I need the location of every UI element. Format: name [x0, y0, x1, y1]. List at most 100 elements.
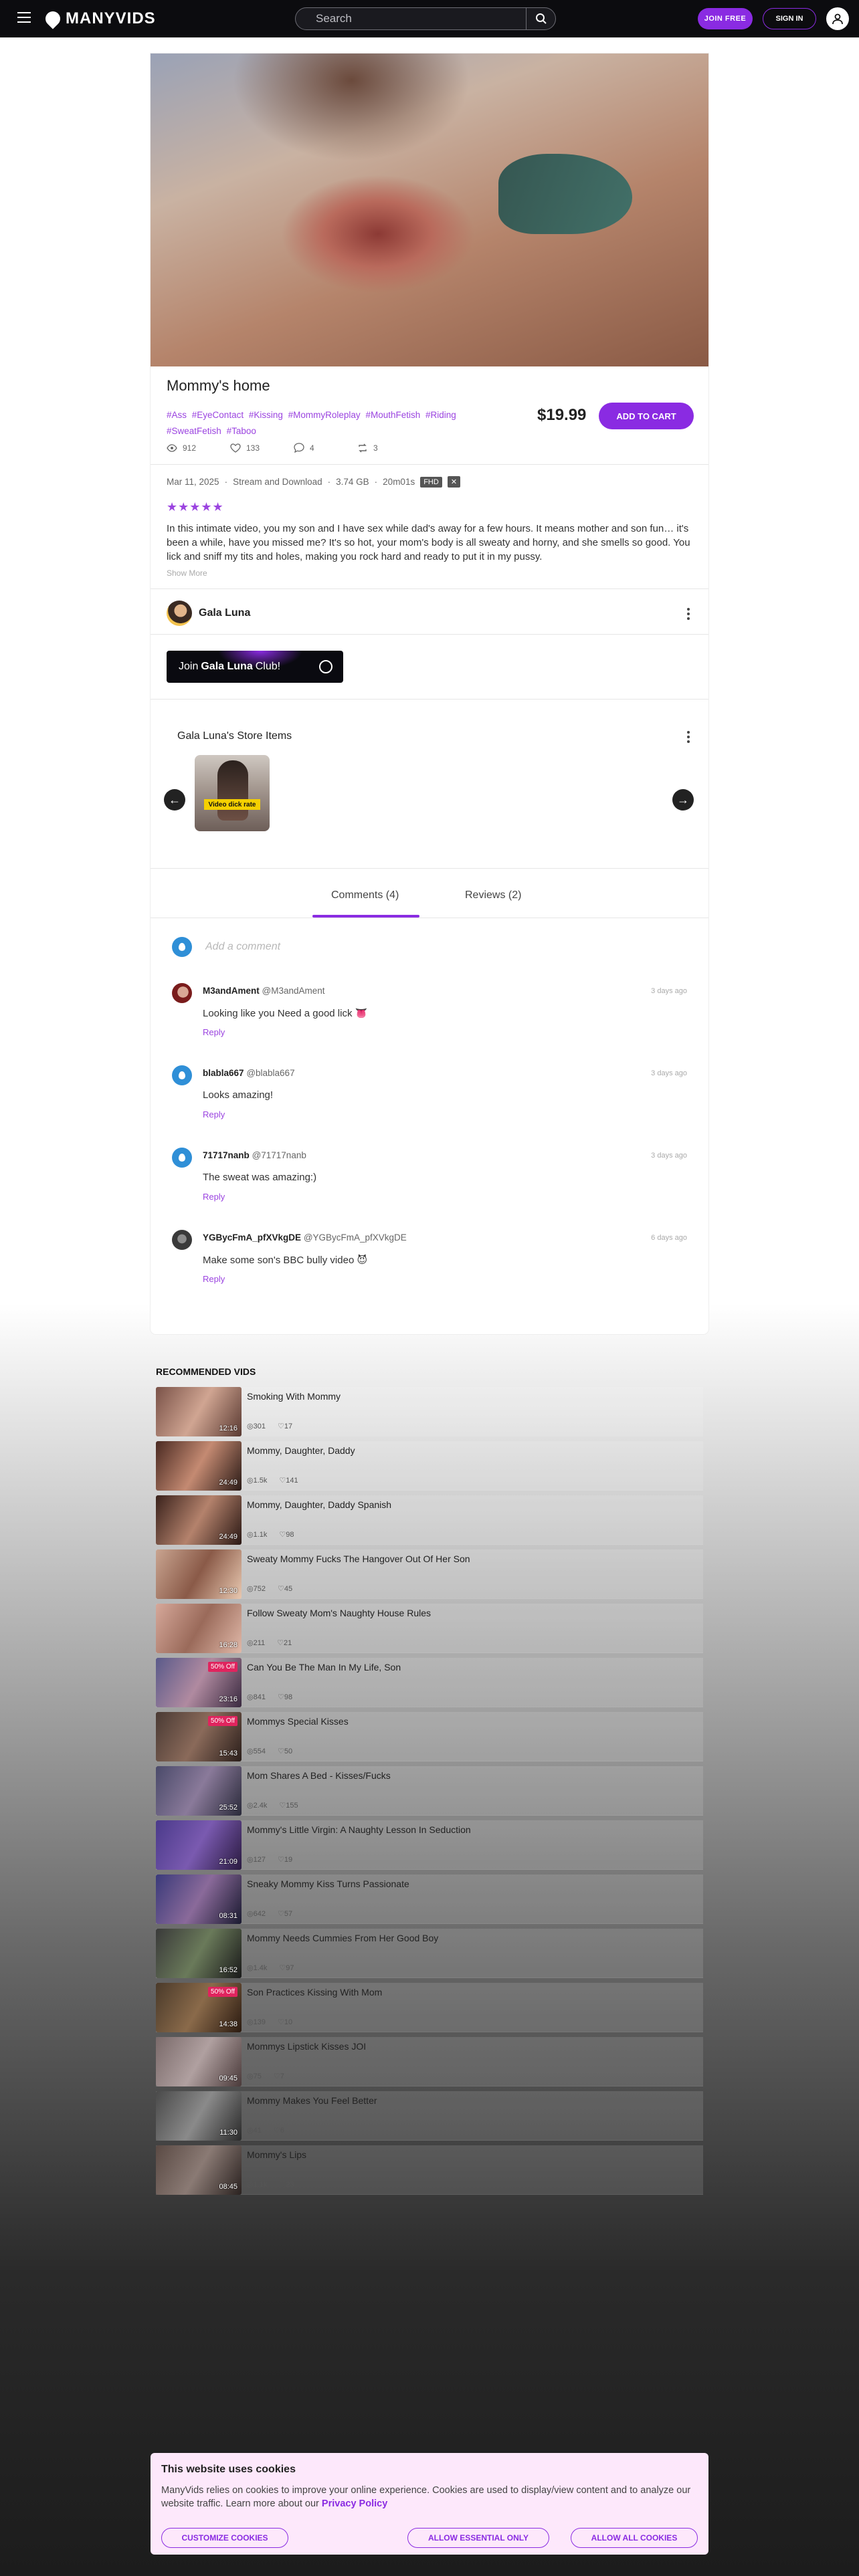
- comments-stat[interactable]: 4: [294, 443, 357, 453]
- recommended-title-link[interactable]: Mommy's Little Virgin: A Naughty Lesson …: [247, 1824, 471, 1835]
- menu-icon[interactable]: [17, 12, 31, 24]
- tag-link[interactable]: #Riding: [425, 410, 456, 420]
- sign-in-button[interactable]: SIGN IN: [763, 8, 816, 29]
- recommended-thumbnail[interactable]: 50% Off 15:43: [156, 1712, 242, 1761]
- recommended-title-link[interactable]: Mommy Needs Cummies From Her Good Boy: [247, 1933, 438, 1943]
- store-title: Gala Luna's Store Items: [177, 730, 292, 742]
- commenter-avatar[interactable]: [172, 983, 192, 1003]
- recommended-item[interactable]: 08:31 Sneaky Mommy Kiss Turns Passionate 6…: [156, 1874, 703, 1924]
- recommended-thumbnail[interactable]: 25:52: [156, 1766, 242, 1816]
- recommended-thumbnail[interactable]: 16:52: [156, 1929, 242, 1978]
- tag-link[interactable]: #MouthFetish: [365, 410, 420, 420]
- recommended-item[interactable]: 16:52 Mommy Needs Cummies From Her Good B…: [156, 1929, 703, 1978]
- search-input[interactable]: [296, 12, 526, 25]
- allow-essential-button[interactable]: ALLOW ESSENTIAL ONLY: [407, 2528, 549, 2548]
- tab-reviews[interactable]: Reviews (2): [465, 889, 521, 901]
- recommended-item[interactable]: 11:30 Mommy Makes You Feel Better 41 6: [156, 2091, 703, 2141]
- recommended-item[interactable]: 16:28 Follow Sweaty Mom's Naughty House R…: [156, 1604, 703, 1653]
- tag-link[interactable]: #Ass: [167, 410, 187, 420]
- tag-link[interactable]: #Taboo: [227, 426, 256, 436]
- commenter-avatar[interactable]: [172, 1148, 192, 1168]
- recommended-item[interactable]: 24:49 Mommy, Daughter, Daddy 1.5k 141: [156, 1441, 703, 1491]
- likes-count: 57: [278, 1909, 292, 1918]
- recommended-thumbnail[interactable]: 11:30: [156, 2091, 242, 2141]
- recommended-title-link[interactable]: Can You Be The Man In My Life, Son: [247, 1662, 401, 1673]
- allow-all-cookies-button[interactable]: ALLOW ALL COOKIES: [571, 2528, 698, 2548]
- commenter-avatar[interactable]: [172, 1065, 192, 1085]
- join-club-button[interactable]: Join Gala Luna Club!: [167, 651, 343, 683]
- video-player[interactable]: [151, 53, 708, 366]
- recommended-title-link[interactable]: Smoking With Mommy: [247, 1391, 341, 1402]
- recommended-thumbnail[interactable]: 08:31: [156, 1874, 242, 1924]
- store-more-icon[interactable]: [680, 729, 696, 745]
- tag-link[interactable]: #Kissing: [249, 410, 283, 420]
- views-count: 1.5k: [247, 1476, 268, 1485]
- comment-author[interactable]: M3andAment @M3andAment: [203, 986, 325, 996]
- store-item-card[interactable]: Video dick rate: [195, 755, 270, 831]
- show-more-link[interactable]: Show More: [167, 568, 207, 578]
- recommended-title-link[interactable]: Sneaky Mommy Kiss Turns Passionate: [247, 1879, 409, 1889]
- recommended-item[interactable]: 08:45 Mommy's Lips 1.1k 23: [156, 2145, 703, 2195]
- recommended-thumbnail[interactable]: 08:45: [156, 2145, 242, 2195]
- creator-avatar[interactable]: [167, 601, 192, 626]
- recommended-thumbnail[interactable]: 21:09: [156, 1820, 242, 1870]
- creator-name[interactable]: Gala Luna: [199, 607, 250, 619]
- reply-button[interactable]: Reply: [203, 1027, 225, 1037]
- recommended-thumbnail[interactable]: 50% Off 14:38: [156, 1983, 242, 2032]
- recommended-thumbnail[interactable]: 24:49: [156, 1441, 242, 1491]
- video-price: $19.99: [537, 406, 587, 424]
- reply-button[interactable]: Reply: [203, 1109, 225, 1119]
- creator-row[interactable]: Gala Luna: [167, 601, 250, 626]
- comment-author[interactable]: blabla667 @blabla667: [203, 1068, 295, 1078]
- shares-stat[interactable]: 3: [357, 443, 421, 453]
- tag-link[interactable]: #EyeContact: [192, 410, 244, 420]
- tag-link[interactable]: #SweatFetish: [167, 426, 221, 436]
- comment-author[interactable]: YGBycFmA_pfXVkgDE @YGBycFmA_pfXVkgDE: [203, 1232, 407, 1243]
- add-to-cart-button[interactable]: ADD TO CART: [599, 403, 694, 429]
- recommended-thumbnail[interactable]: 12:30: [156, 1549, 242, 1599]
- recommended-item[interactable]: 50% Off 23:16 Can You Be The Man In My Lif…: [156, 1658, 703, 1707]
- likes-count: 19: [278, 1855, 292, 1864]
- privacy-policy-link[interactable]: Privacy Policy: [322, 2498, 387, 2509]
- recommended-thumbnail[interactable]: 50% Off 23:16: [156, 1658, 242, 1707]
- recommended-item[interactable]: 09:45 Mommys Lipstick Kisses JOI 75 7: [156, 2037, 703, 2086]
- recommended-title-link[interactable]: Mommys Special Kisses: [247, 1716, 349, 1727]
- recommended-title-link[interactable]: Mommy Makes You Feel Better: [247, 2095, 377, 2106]
- video-duration: 09:45: [219, 2074, 237, 2082]
- recommended-thumbnail[interactable]: 09:45: [156, 2037, 242, 2086]
- recommended-thumbnail[interactable]: 24:49: [156, 1495, 242, 1545]
- account-button[interactable]: [826, 7, 849, 30]
- reply-button[interactable]: Reply: [203, 1274, 225, 1284]
- recommended-title-link[interactable]: Follow Sweaty Mom's Naughty House Rules: [247, 1608, 431, 1618]
- add-comment-input[interactable]: [205, 941, 406, 953]
- search-button[interactable]: [526, 8, 555, 29]
- recommended-item[interactable]: 12:30 Sweaty Mommy Fucks The Hangover Out…: [156, 1549, 703, 1599]
- customize-cookies-button[interactable]: CUSTOMIZE COOKIES: [161, 2528, 288, 2548]
- recommended-item[interactable]: 12:16 Smoking With Mommy 301 17: [156, 1387, 703, 1436]
- commenter-avatar[interactable]: [172, 1230, 192, 1250]
- creator-more-icon[interactable]: [680, 606, 696, 622]
- recommended-item[interactable]: 25:52 Mom Shares A Bed - Kisses/Fucks 2.4k…: [156, 1766, 703, 1816]
- recommended-title-link[interactable]: Mommys Lipstick Kisses JOI: [247, 2041, 366, 2052]
- recommended-title-link[interactable]: Sweaty Mommy Fucks The Hangover Out Of H…: [247, 1553, 470, 1564]
- recommended-thumbnail[interactable]: 12:16: [156, 1387, 242, 1436]
- logo[interactable]: MANYVIDS: [42, 8, 156, 29]
- likes-stat[interactable]: 133: [230, 443, 294, 453]
- tab-comments[interactable]: Comments (4): [331, 889, 399, 901]
- join-free-button[interactable]: JOIN FREE: [698, 8, 753, 29]
- recommended-item[interactable]: 50% Off 14:38 Son Practices Kissing With M…: [156, 1983, 703, 2032]
- carousel-next-button[interactable]: →: [672, 789, 694, 811]
- comment-author[interactable]: 71717nanb @71717nanb: [203, 1150, 306, 1160]
- recommended-item[interactable]: 24:49 Mommy, Daughter, Daddy Spanish 1.1k 9…: [156, 1495, 703, 1545]
- recommended-title-link[interactable]: Mommy's Lips: [247, 2149, 306, 2160]
- recommended-title-link[interactable]: Mom Shares A Bed - Kisses/Fucks: [247, 1770, 391, 1781]
- carousel-prev-button[interactable]: ←: [164, 789, 185, 811]
- recommended-item[interactable]: 50% Off 15:43 Mommys Special Kisses 554 50: [156, 1712, 703, 1761]
- tag-link[interactable]: #MommyRoleplay: [288, 410, 361, 420]
- recommended-item[interactable]: 21:09 Mommy's Little Virgin: A Naughty Le…: [156, 1820, 703, 1870]
- recommended-title-link[interactable]: Mommy, Daughter, Daddy: [247, 1445, 355, 1456]
- recommended-title-link[interactable]: Son Practices Kissing With Mom: [247, 1987, 382, 1998]
- recommended-title-link[interactable]: Mommy, Daughter, Daddy Spanish: [247, 1499, 391, 1510]
- recommended-thumbnail[interactable]: 16:28: [156, 1604, 242, 1653]
- reply-button[interactable]: Reply: [203, 1192, 225, 1202]
